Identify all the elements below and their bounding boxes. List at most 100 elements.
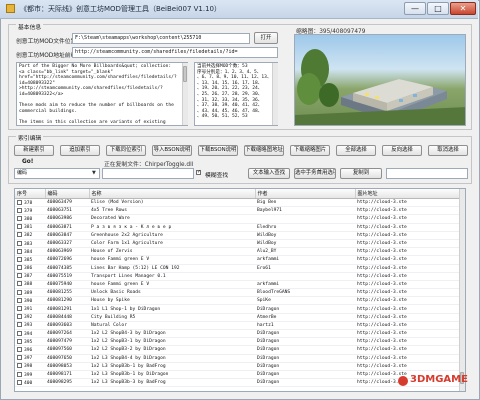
row-checkbox[interactable] — [17, 273, 22, 279]
row-checkbox[interactable] — [17, 232, 22, 238]
mod-url-input[interactable]: http://steamcommunity.com/sharedfiles/fi… — [72, 47, 278, 58]
row-checkbox[interactable] — [17, 355, 22, 361]
table-row[interactable]: 380 408063986 Decorated Ware http://cloud-3… — [15, 214, 461, 224]
table-row[interactable]: 382 408063847 Greenhouse 2x2 Agriculture Wi… — [15, 231, 461, 240]
download-index-button[interactable]: 下载同位索引 — [106, 145, 146, 156]
table-row[interactable]: 400 408098295 1x2 L3 ShopB3b-3 by BadFrog D… — [15, 378, 461, 388]
table-row[interactable]: 392 408084448 City Building R5 AtmerBe http:… — [15, 313, 461, 322]
table-row[interactable]: 378 408063479 Elise (Mod Version) Big Ben ht… — [15, 198, 461, 208]
fuzzy-search-checkbox[interactable]: ✓ — [196, 169, 203, 176]
row-checkbox[interactable] — [17, 207, 22, 213]
invert-selection-button[interactable]: 反向选择 — [382, 145, 422, 156]
row-checkbox[interactable] — [17, 379, 22, 385]
row-checkbox[interactable] — [17, 330, 22, 336]
column-header-author[interactable]: 作者 — [255, 189, 356, 199]
row-index[interactable]: 400 — [15, 378, 45, 388]
column-header-code[interactable]: 编码 — [45, 189, 90, 199]
table-row[interactable]: 379 408063751 4x5 Tree Rows Baybel971 http:/… — [15, 206, 461, 216]
row-index[interactable]: 396 — [15, 345, 45, 355]
table-row[interactable]: 397 408097650 1x2 L3 ShopB4-4 by DiDragon D… — [15, 354, 461, 363]
download-description-button[interactable]: 下载BSON说明 — [198, 145, 238, 156]
maximize-button[interactable]: □ — [427, 2, 449, 15]
table-row[interactable]: 396 408097560 1x2 L2 ShopB3-2 by DiDragon D… — [15, 345, 461, 355]
table-row[interactable]: 398 408098053 1x2 L3 ShopB3b-1 by BadFrog D… — [15, 362, 461, 371]
new-index-button[interactable]: 新建索引 — [14, 145, 54, 156]
row-checkbox[interactable] — [17, 240, 22, 246]
row-index[interactable]: 378 — [15, 198, 45, 208]
copy-target-input[interactable] — [386, 168, 468, 179]
row-checkbox[interactable] — [17, 248, 22, 254]
table-row[interactable]: 399 408098171 1x2 L3 ShopB3b-1 by DiDragon… — [15, 370, 461, 380]
row-index[interactable]: 393 — [15, 321, 45, 331]
row-checkbox[interactable] — [17, 281, 22, 287]
table-row[interactable]: 388 408075940 house Fammi green E Varkfamm… — [15, 280, 461, 290]
row-index[interactable]: 382 — [15, 231, 45, 240]
row-index[interactable]: 388 — [15, 280, 45, 290]
open-button[interactable]: 打开 — [254, 32, 278, 44]
table-row[interactable]: 395 408097479 1x2 L2 ShopB3-1 by DiDragon D… — [15, 337, 461, 347]
row-checkbox[interactable] — [17, 256, 22, 262]
selected-options-button[interactable]: 选中手务首用选项 — [294, 168, 336, 179]
row-index[interactable]: 397 — [15, 354, 45, 363]
row-index[interactable]: 383 — [15, 239, 45, 249]
selected-mods-scrollbar[interactable] — [272, 63, 278, 125]
table-row[interactable]: 386 408074385 Lines Bar Hamp (5:12) LE CON… — [15, 264, 461, 273]
select-all-button[interactable]: 全部选择 — [336, 145, 376, 156]
minimize-button[interactable]: — — [404, 2, 426, 15]
table-scrollbar[interactable] — [459, 189, 465, 391]
row-checkbox[interactable] — [17, 306, 22, 312]
table-row[interactable]: 389 408081255 Unlock Basic Roads BloodTreGA… — [15, 288, 461, 298]
row-index[interactable]: 380 — [15, 214, 45, 224]
row-checkbox[interactable] — [17, 371, 22, 377]
row-index[interactable]: 391 — [15, 304, 45, 314]
row-checkbox[interactable] — [17, 338, 22, 344]
copy-to-button[interactable]: 复制到 — [340, 168, 382, 179]
table-row[interactable]: 391 408081291 1x1 L1 Shop-1 by DiDragon DiD… — [15, 304, 461, 314]
table-row[interactable]: 381 408063871 Р а з в я з к а - К л е в е … — [15, 223, 461, 232]
row-checkbox[interactable] — [17, 363, 22, 369]
row-checkbox[interactable] — [17, 199, 22, 205]
row-checkbox[interactable] — [17, 215, 22, 221]
column-header-image-url[interactable]: 图片地址 — [355, 189, 462, 199]
selected-mods-textarea[interactable]: 当前共选择MOD个数：53 序号分别是：1、2、3、4、5、 、6、7、8、9、… — [194, 62, 278, 126]
row-index[interactable]: 395 — [15, 337, 45, 347]
table-row[interactable]: 387 408075519 Transport Lines Manager 0.1 h… — [15, 272, 461, 281]
text-search-button[interactable]: 文本输入查找 — [248, 168, 290, 179]
column-header-name[interactable]: 名称 — [89, 189, 256, 199]
encoding-select[interactable]: 编码 — [14, 168, 100, 179]
row-index[interactable]: 399 — [15, 370, 45, 380]
column-header-index[interactable]: 序号 — [15, 189, 46, 199]
table-row[interactable]: 384 408063969 House of Zervis Alu2_BY http:/… — [15, 247, 461, 257]
row-checkbox[interactable] — [17, 289, 22, 295]
download-thumbnail-url-button[interactable]: 下载缩略图地址 — [244, 145, 284, 156]
row-index[interactable]: 386 — [15, 264, 45, 273]
row-index[interactable]: 392 — [15, 313, 45, 322]
row-index[interactable]: 385 — [15, 255, 45, 265]
row-index[interactable]: 387 — [15, 272, 45, 281]
row-index[interactable]: 398 — [15, 362, 45, 371]
row-index[interactable]: 389 — [15, 288, 45, 298]
row-checkbox[interactable] — [17, 314, 22, 320]
row-checkbox[interactable] — [17, 224, 22, 230]
mod-path-input[interactable]: F:\Steam\steamapps\workshop\content\2557… — [72, 33, 250, 44]
row-index[interactable]: 390 — [15, 296, 45, 306]
row-checkbox[interactable] — [17, 265, 22, 271]
mod-description-textarea[interactable]: Part of the Bigger No More Billboards&qu… — [16, 62, 188, 126]
row-index[interactable]: 381 — [15, 223, 45, 232]
table-row[interactable]: 394 408097264 1x2 L2 ShopB4-3 by DiDragon D… — [15, 329, 461, 339]
row-index[interactable]: 384 — [15, 247, 45, 257]
close-button[interactable]: ✕ — [450, 2, 476, 15]
append-index-button[interactable]: 追加索引 — [60, 145, 100, 156]
table-row[interactable]: 385 408072696 house Fammi green E Varkfamm… — [15, 255, 461, 265]
description-scroll-thumb[interactable] — [183, 66, 187, 82]
row-index[interactable]: 394 — [15, 329, 45, 339]
table-row[interactable]: 393 408093603 Natural Color hartz1 http://cl… — [15, 321, 461, 331]
row-checkbox[interactable] — [17, 346, 22, 352]
search-input[interactable] — [102, 168, 194, 179]
row-index[interactable]: 379 — [15, 206, 45, 216]
row-checkbox[interactable] — [17, 322, 22, 328]
table-row[interactable]: 383 408063327 Color Farm 1x1 Agriculture Wi… — [15, 239, 461, 249]
import-description-button[interactable]: 导入BSON说明 — [152, 145, 192, 156]
row-checkbox[interactable] — [17, 297, 22, 303]
table-row[interactable]: 390 408081290 House by Spike SpiKe http://cl… — [15, 296, 461, 306]
